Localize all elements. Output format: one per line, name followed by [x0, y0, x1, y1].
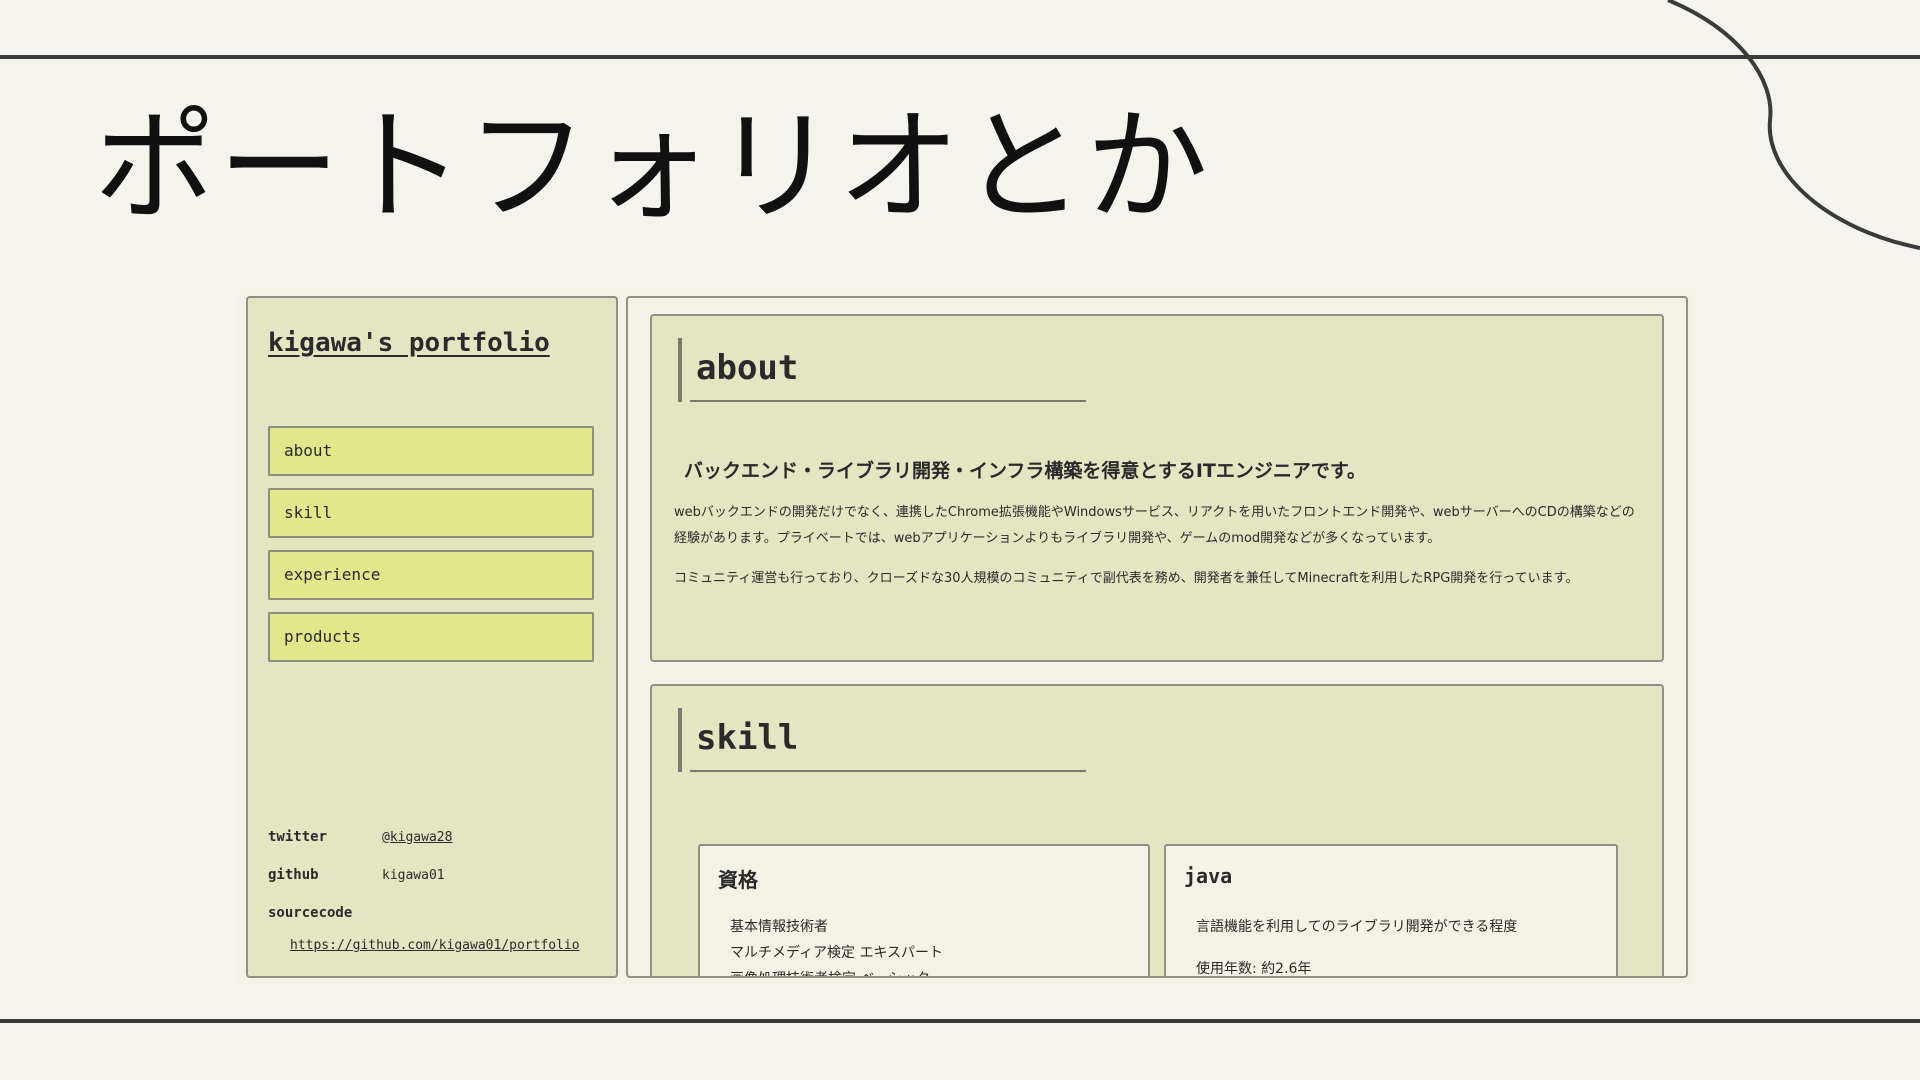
skill-heading: skill — [696, 718, 799, 758]
slide-title: ポートフォリオとか — [94, 96, 1210, 238]
main-content: about バックエンド・ライブラリ開発・インフラ構築を得意とするITエンジニア… — [626, 296, 1688, 978]
java-description: 言語機能を利用してのライブラリ開発ができる程度 — [1196, 919, 1518, 935]
social-links: twitter @kigawa28 github kigawa01 source… — [268, 818, 608, 953]
twitter-row: twitter @kigawa28 — [268, 818, 608, 856]
list-item: マルチメディア検定 エキスパート — [730, 945, 944, 961]
sidebar: kigawa's portfolio about skill experienc… — [246, 296, 618, 978]
qualification-list: 基本情報技術者 マルチメディア検定 エキスパート 画像処理技術者検定 ベーシック — [730, 914, 944, 976]
list-item: 画像処理技術者検定 ベーシック — [730, 966, 943, 976]
skill-section: skill 資格 基本情報技術者 マルチメディア検定 エキスパート 画像処理技術… — [650, 684, 1664, 977]
bottom-rule — [0, 1019, 1920, 1023]
sourcecode-row: sourcecode — [268, 894, 608, 932]
nav-item-about[interactable]: about — [268, 426, 594, 476]
java-years: 使用年数: 約2.6年 — [1196, 961, 1312, 977]
nav-item-experience[interactable]: experience — [268, 550, 594, 600]
nav-item-skill[interactable]: skill — [268, 488, 594, 538]
about-lead: バックエンド・ライブラリ開発・インフラ構築を得意とするITエンジニアです。 — [684, 460, 1366, 482]
sourcecode-label: sourcecode — [268, 905, 353, 921]
heading-underline — [690, 400, 1086, 402]
portfolio-screenshot: kigawa's portfolio about skill experienc… — [238, 290, 1694, 984]
about-section: about バックエンド・ライブラリ開発・インフラ構築を得意とするITエンジニア… — [650, 314, 1664, 662]
nav-item-products[interactable]: products — [268, 612, 594, 662]
github-label: github — [268, 867, 319, 883]
site-title[interactable]: kigawa's portfolio — [268, 328, 550, 358]
top-rule — [0, 55, 1920, 59]
about-paragraph-2: コミュニティ運営も行っており、クローズドな30人規模のコミュニティで副代表を務め… — [674, 571, 1579, 586]
sidebar-nav: about skill experience products — [268, 426, 594, 674]
twitter-label: twitter — [268, 829, 328, 845]
skill-card-java: java 言語機能を利用してのライブラリ開発ができる程度 使用年数: 約2.6年 — [1164, 844, 1618, 977]
about-paragraph-1: webバックエンドの開発だけでなく、連携したChrome拡張機能やWindows… — [674, 505, 1635, 546]
about-heading-block: about — [678, 338, 1086, 402]
list-item: 基本情報技術者 — [730, 919, 828, 935]
github-row: github kigawa01 — [268, 856, 608, 894]
github-link[interactable]: kigawa01 — [382, 868, 445, 883]
sourcecode-link[interactable]: https://github.com/kigawa01/portfolio — [290, 938, 608, 953]
card-title: 資格 — [718, 868, 758, 892]
card-title: java — [1184, 864, 1233, 888]
heading-underline — [690, 770, 1086, 772]
twitter-link[interactable]: @kigawa28 — [382, 830, 452, 845]
skill-card-qualifications: 資格 基本情報技術者 マルチメディア検定 エキスパート 画像処理技術者検定 ベー… — [698, 844, 1150, 976]
about-heading: about — [696, 348, 799, 388]
skill-heading-block: skill — [678, 708, 1086, 772]
